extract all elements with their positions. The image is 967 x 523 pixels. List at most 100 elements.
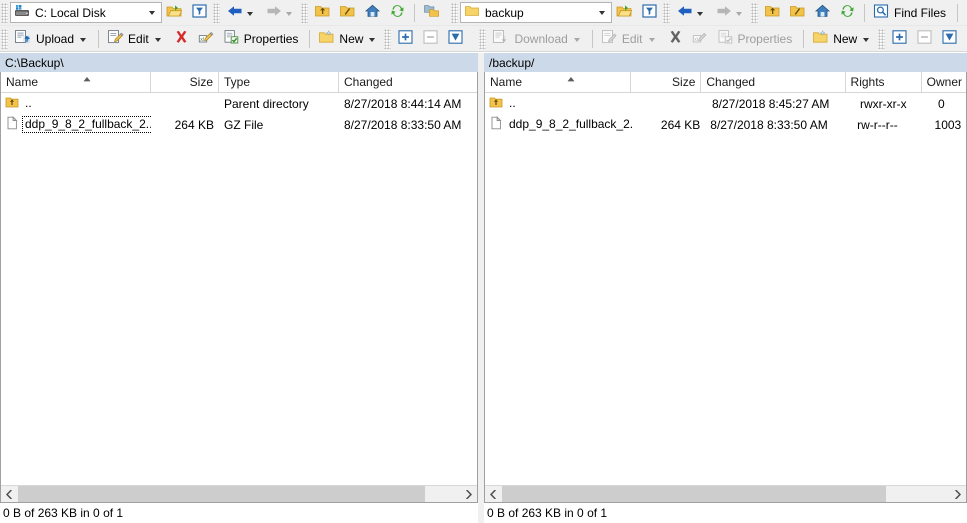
chevron-down-icon[interactable] [144,3,160,22]
remote-scroll-track[interactable] [502,486,949,502]
local-synchronize-browsing-button[interactable] [419,2,444,24]
local-back-button[interactable] [222,2,261,24]
select-button-right[interactable] [887,28,912,50]
scroll-left-button[interactable] [485,486,502,502]
local-forward-button[interactable] [261,2,300,24]
rename-button-right[interactable]: xl [688,28,713,50]
toolbar-grip-dirnav-right[interactable] [751,2,758,23]
unselect-button-left[interactable] [418,28,443,50]
properties-button-right[interactable]: Properties [713,28,800,50]
remote-header-size[interactable]: Size [631,72,702,92]
local-filter-button[interactable] [187,2,212,24]
table-row[interactable]: ddp_9_8_2_fullback_2... 264 KB GZ File 8… [1,114,477,135]
local-path-bar[interactable]: C:\Backup\ [0,53,478,72]
toolbar-grip-nav-left[interactable] [213,2,220,23]
local-root-directory-button[interactable] [335,2,360,24]
download-button[interactable]: Download [488,28,587,50]
delete-button-right[interactable] [663,28,688,50]
table-row[interactable]: ddp_9_8_2_fullback_2... 264 KB 8/27/2018… [485,114,966,135]
toolbar-grip[interactable] [1,2,8,23]
remote-header-rights[interactable]: Rights [846,72,922,92]
download-icon [492,29,510,48]
scroll-right-button[interactable] [460,486,477,502]
local-header-size[interactable]: Size [151,72,219,92]
sort-ascending-icon [83,72,92,82]
properties-button-left[interactable]: Properties [219,28,306,50]
local-row0-changed: 8/27/2018 8:44:14 AM [344,96,462,111]
upload-label: Upload [36,31,75,46]
command-separator-1 [98,29,100,48]
remote-path-bar[interactable]: /backup/ [484,53,967,72]
command-toolbar-grip-left[interactable] [1,28,8,49]
remote-synchronize-browsing-button[interactable] [962,2,967,24]
table-row[interactable]: .. Parent directory 8/27/2018 8:44:14 AM [1,93,477,114]
edit-pencil-icon [107,29,124,48]
table-row[interactable]: .. 8/27/2018 8:45:27 AM rwxr-xr-x 0 [485,93,966,114]
scroll-right-button[interactable] [949,486,966,502]
selection-toolbar-grip-right[interactable] [878,28,886,49]
command-separator-2 [309,29,311,48]
local-cell-name[interactable]: .. [1,93,151,114]
local-header-name[interactable]: Name [1,72,151,92]
root-directory-icon [339,3,356,22]
remote-scroll-thumb[interactable] [502,486,887,502]
remote-cell-name[interactable]: ddp_9_8_2_fullback_2... [485,114,634,135]
parent-directory-icon [314,3,331,22]
open-remote-directory-button[interactable] [612,2,637,24]
local-scroll-track[interactable] [18,486,460,502]
toolbar-separator-find [864,3,865,22]
new-button-right[interactable]: New [808,28,877,50]
toolbar-grip-nav-right[interactable] [663,2,670,23]
edit-button-right[interactable]: Edit [597,28,663,50]
remote-parent-directory-button[interactable] [760,2,785,24]
find-files-button[interactable]: Find Files [869,2,953,24]
local-file-list[interactable]: Name Size Type Changed .. Parent directo… [0,72,478,503]
local-header-changed[interactable]: Changed [339,72,477,92]
local-drive-combo[interactable]: C: Local Disk [10,2,162,23]
remote-cell-owner: 1003 [930,114,966,135]
remote-back-button[interactable] [672,2,711,24]
command-toolbar-grip-right[interactable] [479,28,487,49]
remote-header-name[interactable]: Name [485,72,632,92]
delete-button-left[interactable] [169,28,194,50]
unselect-button-right[interactable] [912,28,937,50]
root-directory-icon-remote [789,3,806,22]
remote-filter-button[interactable] [637,2,662,24]
local-parent-directory-button[interactable] [310,2,335,24]
remote-cell-name[interactable]: .. [485,93,635,114]
scroll-left-button[interactable] [1,486,18,502]
remote-file-list[interactable]: Name Size Changed Rights Owner .. 8/27/2… [484,72,967,503]
local-scroll-thumb[interactable] [18,486,425,502]
remote-header-changed[interactable]: Changed [701,72,846,92]
remote-row1-changed: 8/27/2018 8:33:50 AM [710,117,828,132]
delete-x-icon-right [667,29,684,48]
invert-selection-button-right[interactable] [937,28,962,50]
select-button-left[interactable] [393,28,418,50]
file-icon [489,116,503,133]
local-home-button[interactable] [360,2,385,24]
remote-horizontal-scrollbar[interactable] [485,485,966,502]
new-button-left[interactable]: New [314,28,383,50]
remote-forward-button[interactable] [711,2,750,24]
remote-status-text: 0 B of 263 KB in 0 of 1 [487,506,608,520]
local-refresh-button[interactable] [385,2,410,24]
local-header-type[interactable]: Type [219,72,339,92]
edit-button-left[interactable]: Edit [103,28,169,50]
invert-selection-button-left[interactable] [443,28,468,50]
remote-root-directory-button[interactable] [785,2,810,24]
toolbar-grip-dirnav-left[interactable] [301,2,308,23]
chevron-down-icon-remote[interactable] [594,3,610,22]
upload-button[interactable]: Upload [10,28,94,50]
local-drive-combo-value: C: Local Disk [35,5,106,20]
remote-home-button[interactable] [810,2,835,24]
remote-directory-combo[interactable]: backup [460,2,612,23]
local-horizontal-scrollbar[interactable] [1,485,477,502]
forward-arrow-icon-remote [715,3,733,22]
remote-refresh-button[interactable] [835,2,860,24]
toolbar-grip-right[interactable] [451,2,458,23]
rename-button-left[interactable]: xl [194,28,219,50]
selection-toolbar-grip-left[interactable] [384,28,392,49]
remote-header-owner[interactable]: Owner [922,72,966,92]
local-cell-name[interactable]: ddp_9_8_2_fullback_2... [1,114,151,135]
open-local-directory-button[interactable] [162,2,187,24]
